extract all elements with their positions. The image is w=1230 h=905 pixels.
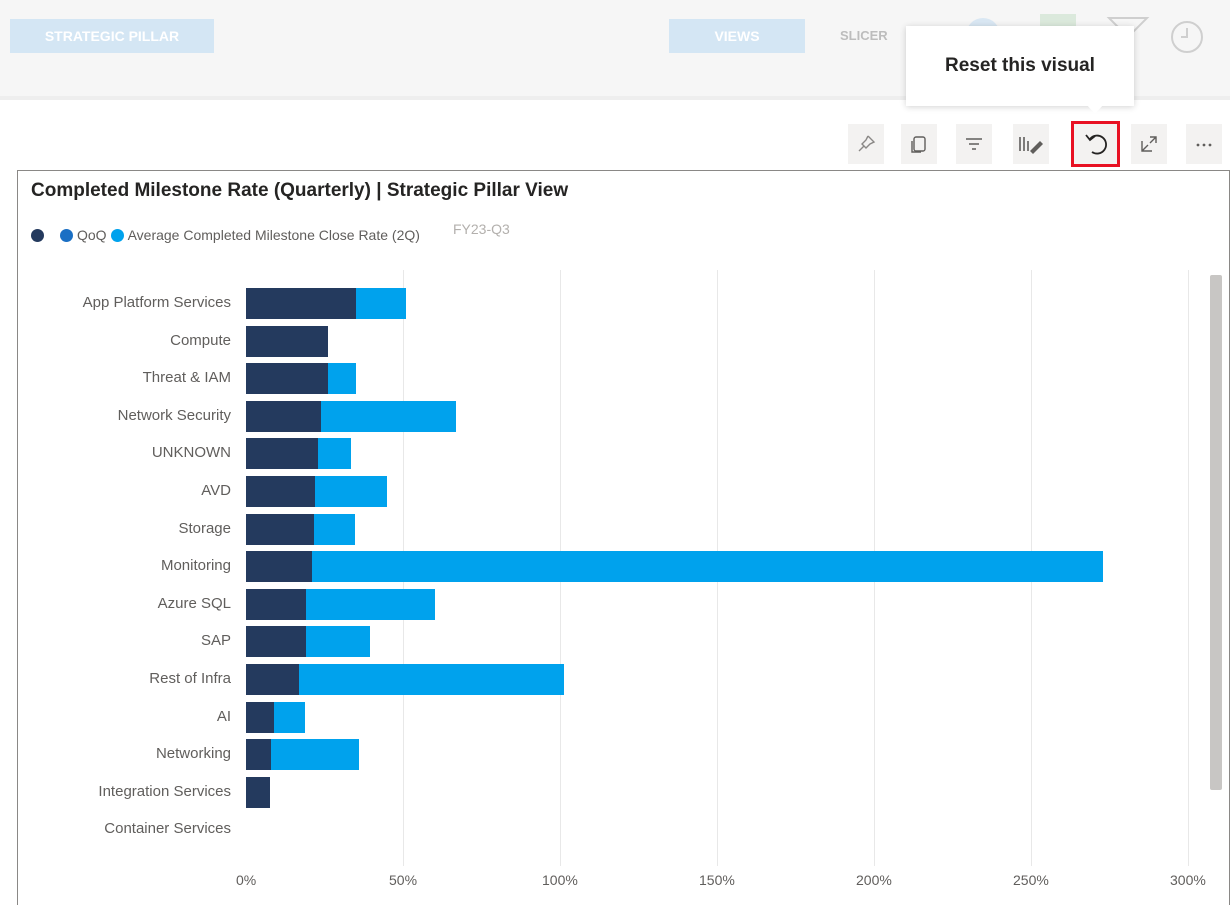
x-tick-label: 0% [236, 872, 257, 888]
category-label: Container Services [104, 820, 231, 837]
bar-segment-primary[interactable] [246, 363, 328, 394]
bar-segment-primary[interactable] [246, 777, 270, 808]
copy-visual-button[interactable] [901, 124, 937, 164]
bar-segment-average[interactable] [315, 476, 387, 507]
format-icon [1019, 137, 1043, 154]
bar-segment-average[interactable] [318, 438, 351, 469]
legend-dot-average [110, 228, 124, 242]
slicers-button[interactable]: SLICER [840, 28, 888, 43]
x-tick-label: 300% [1170, 872, 1206, 888]
reset-icon [1084, 134, 1107, 155]
category-label: Azure SQL [157, 595, 231, 612]
visual-title: Completed Milestone Rate (Quarterly) | S… [31, 180, 569, 201]
legend-label-average[interactable]: Average Completed Milestone Close Rate (… [128, 227, 420, 243]
bar-segment-primary[interactable] [246, 551, 312, 582]
category-label: AVD [201, 482, 231, 499]
category-label: Storage [178, 520, 231, 537]
category-label: Compute [170, 332, 231, 349]
chart-scrollbar[interactable] [1210, 275, 1222, 790]
category-label: Rest of Infra [149, 670, 231, 687]
reset-visual-button[interactable] [1071, 121, 1120, 167]
category-label: App Platform Services [82, 294, 231, 311]
gridline [1188, 270, 1189, 866]
bar-segment-primary[interactable] [246, 739, 271, 770]
category-label: Monitoring [160, 557, 231, 574]
views-button[interactable]: VIEWS [669, 19, 805, 53]
bar-segment-primary[interactable] [246, 438, 318, 469]
bar-segment-average[interactable] [271, 739, 359, 770]
bar-segment-average[interactable] [312, 551, 1103, 582]
category-label: Networking [155, 745, 231, 762]
bar-segment-primary[interactable] [246, 514, 314, 545]
bar-segment-primary[interactable] [246, 702, 274, 733]
bar-segment-average[interactable] [314, 514, 355, 545]
chart-legend: QoQ Average Completed Milestone Close Ra… [31, 227, 420, 243]
bar-segment-primary[interactable] [246, 401, 321, 432]
filter-icon [966, 138, 982, 150]
more-options-icon [1196, 143, 1212, 147]
category-label: Network Security [117, 407, 231, 424]
focus-mode-button[interactable] [1131, 124, 1167, 164]
x-tick-label: 150% [699, 872, 735, 888]
category-label: AI [216, 708, 231, 725]
legend-faint-label: FY23-Q3 [453, 221, 510, 237]
x-tick-label: 200% [856, 872, 892, 888]
legend-label-qoq[interactable]: QoQ [77, 227, 107, 243]
category-label: Integration Services [98, 783, 231, 800]
bar-segment-average[interactable] [328, 363, 356, 394]
strategic-pillar-button[interactable]: STRATEGIC PILLAR [10, 19, 214, 53]
more-options-button[interactable] [1186, 124, 1222, 164]
bar-segment-primary[interactable] [246, 288, 356, 319]
x-tick-label: 50% [389, 872, 418, 888]
bar-segment-average[interactable] [356, 288, 406, 319]
bar-segment-primary[interactable] [246, 589, 306, 620]
bar-segment-average[interactable] [274, 702, 305, 733]
pin-visual-button[interactable] [848, 124, 884, 164]
bar-segment-primary[interactable] [246, 476, 315, 507]
legend-dot-series-1 [31, 228, 44, 242]
copy-icon [911, 136, 926, 153]
bar-segment-average[interactable] [299, 664, 564, 695]
category-label: SAP [200, 632, 231, 649]
category-label: Threat & IAM [142, 369, 231, 386]
bar-segment-primary[interactable] [246, 664, 299, 695]
bar-segment-average[interactable] [321, 401, 456, 432]
clock-icon[interactable] [1170, 20, 1204, 54]
focus-mode-icon [1141, 136, 1157, 152]
tooltip-arrow [1086, 104, 1104, 114]
bar-segment-primary[interactable] [246, 326, 328, 357]
bar-segment-average[interactable] [306, 626, 370, 657]
bar-segment-primary[interactable] [246, 626, 306, 657]
pin-icon [858, 135, 876, 152]
x-tick-label: 250% [1013, 872, 1049, 888]
category-label: UNKNOWN [151, 444, 231, 461]
x-tick-label: 100% [542, 872, 578, 888]
reset-visual-tooltip: Reset this visual [906, 26, 1134, 106]
format-visual-button[interactable] [1013, 124, 1049, 164]
legend-dot-qoq [60, 228, 73, 242]
bar-segment-average[interactable] [306, 589, 435, 620]
filters-button[interactable] [956, 124, 992, 164]
